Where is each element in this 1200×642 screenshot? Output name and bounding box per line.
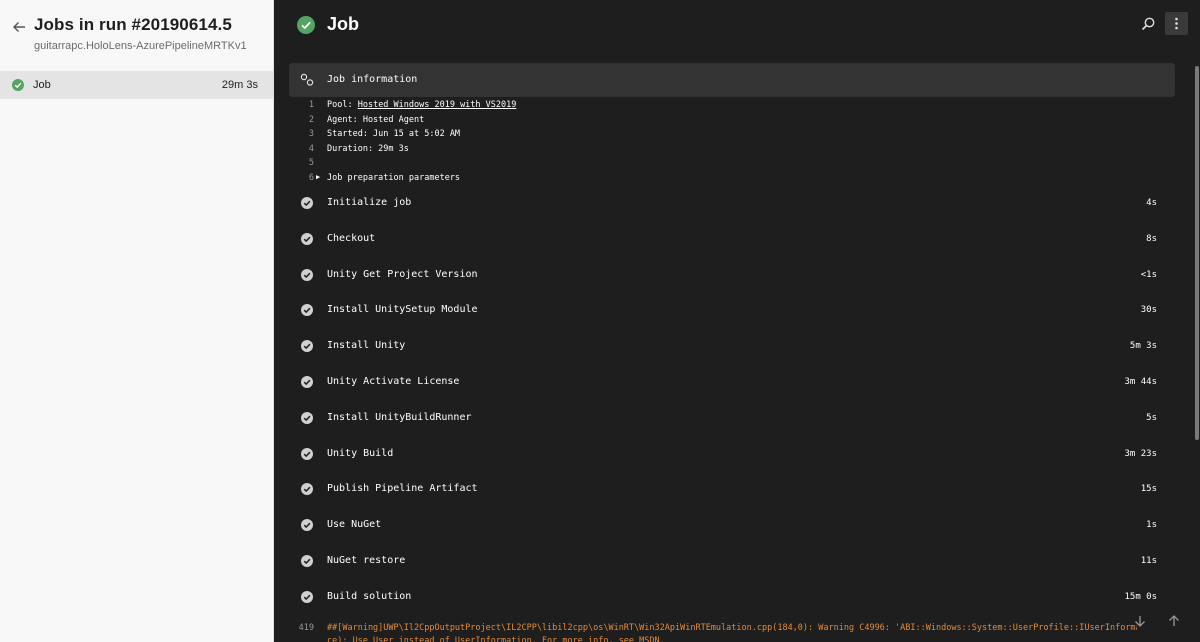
step-row[interactable]: Unity Build 3m 23s: [289, 439, 1175, 469]
log-text: Pool: Hosted Windows 2019 with VS2019: [327, 100, 516, 110]
back-arrow-icon[interactable]: [11, 19, 27, 35]
log-line[interactable]: 6 ▶ Job preparation parameters: [274, 173, 874, 187]
log-line: 3 Started: Jun 15 at 5:02 AM: [274, 129, 874, 143]
step-success-icon: [301, 197, 313, 209]
log-text: Started: Jun 15 at 5:02 AM: [327, 129, 461, 139]
step-duration: 3m 44s: [1124, 377, 1157, 387]
step-row[interactable]: Unity Activate License 3m 44s: [289, 367, 1175, 397]
line-number: 2: [308, 115, 314, 125]
log-line: 2 Agent: Hosted Agent: [274, 115, 874, 129]
step-success-icon: [301, 590, 313, 603]
log-text: Agent: Hosted Agent: [327, 115, 425, 125]
step-row[interactable]: Initialize job 4s: [289, 188, 1175, 218]
step-name: Install UnitySetup Module: [327, 304, 478, 316]
step-name: Unity Activate License: [327, 376, 460, 387]
step-name: Install Unity: [327, 340, 406, 352]
jobs-sidebar: Jobs in run #20190614.5 guitarrapc.HoloL…: [0, 0, 274, 642]
scroll-down-arrow-icon[interactable]: [1133, 614, 1147, 628]
success-check-icon: [297, 16, 315, 34]
step-success-icon: [301, 376, 313, 388]
job-information-label: Job information: [327, 74, 418, 85]
step-name: Unity Build: [327, 447, 394, 459]
step-success-icon: [301, 519, 313, 532]
step-row[interactable]: Unity Get Project Version <1s: [289, 260, 1175, 290]
step-duration: 4s: [1146, 198, 1157, 208]
pool-link[interactable]: Hosted Windows 2019 with VS2019: [358, 100, 517, 110]
step-row[interactable]: Build solution 15m 0s: [289, 582, 1175, 612]
step-success-icon: [301, 411, 313, 424]
line-number: 1: [308, 100, 314, 110]
step-duration: <1s: [1140, 269, 1157, 280]
step-row[interactable]: Checkout 8s: [289, 224, 1175, 254]
more-options-button[interactable]: [1165, 12, 1188, 35]
step-name: Publish Pipeline Artifact: [327, 483, 478, 495]
job-label: Job: [33, 79, 51, 91]
step-name: Checkout: [327, 232, 376, 244]
warning-text-continued: ce): Use User instead of UserInformation…: [327, 636, 665, 642]
step-name: Install UnityBuildRunner: [327, 411, 472, 423]
step-success-icon: [301, 483, 313, 496]
step-row[interactable]: Use NuGet 1s: [289, 510, 1175, 540]
step-duration: 8s: [1146, 233, 1157, 244]
log-line: 4 Duration: 29m 3s: [274, 144, 874, 158]
step-duration: 5m 3s: [1129, 341, 1157, 352]
step-duration: 5s: [1146, 412, 1157, 423]
step-name: Build solution: [327, 590, 412, 602]
warning-text: ##[Warning]UWP\Il2CppOutputProject\IL2CP…: [327, 623, 1137, 633]
step-duration: 1s: [1146, 520, 1157, 531]
job-information-section[interactable]: Job information: [289, 63, 1175, 97]
log-line: 5: [274, 158, 874, 172]
step-row[interactable]: Publish Pipeline Artifact 15s: [289, 474, 1175, 504]
log-text: Job preparation parameters: [327, 173, 461, 183]
log-scrollbar[interactable]: [1195, 66, 1199, 440]
pool-label: Pool:: [327, 100, 358, 110]
step-row[interactable]: Install UnitySetup Module 30s: [289, 295, 1175, 325]
page-title: Jobs in run #20190614.5: [34, 15, 232, 34]
step-name: NuGet restore: [327, 555, 406, 566]
job-info-icon: [300, 73, 314, 86]
job-title: Job: [327, 14, 360, 34]
step-row[interactable]: Install UnityBuildRunner 5s: [289, 403, 1175, 433]
step-name: Unity Get Project Version: [327, 268, 478, 280]
step-name: Use NuGet: [327, 519, 382, 531]
step-row[interactable]: NuGet restore 11s: [289, 546, 1175, 576]
step-duration: 11s: [1140, 556, 1157, 566]
success-check-icon: [12, 79, 24, 91]
search-icon[interactable]: [1140, 16, 1156, 32]
line-number: 3: [308, 129, 314, 139]
step-success-icon: [301, 447, 313, 460]
warning-line: 419 ##[Warning]UWP\Il2CppOutputProject\I…: [274, 623, 1174, 637]
step-success-icon: [301, 555, 313, 567]
log-text: Duration: 29m 3s: [327, 144, 409, 154]
expand-triangle-icon[interactable]: ▶: [316, 173, 320, 181]
job-duration: 29m 3s: [221, 79, 258, 91]
line-number: 4: [308, 144, 314, 154]
step-success-icon: [301, 232, 313, 245]
step-duration: 3m 23s: [1124, 448, 1157, 459]
line-number: 419: [298, 623, 314, 633]
step-name: Initialize job: [327, 197, 412, 208]
pipeline-name: guitarrapc.HoloLens-AzurePipelineMRTKv1: [34, 40, 247, 52]
step-duration: 15s: [1140, 484, 1157, 495]
step-duration: 30s: [1140, 305, 1157, 316]
job-log-panel: Job Job information 1 Pool: Hosted Windo…: [274, 0, 1200, 642]
log-line: 1 Pool: Hosted Windows 2019 with VS2019: [274, 100, 874, 114]
line-number: 5: [308, 158, 314, 168]
step-row[interactable]: Install Unity 5m 3s: [289, 331, 1175, 361]
step-success-icon: [301, 340, 313, 353]
step-duration: 15m 0s: [1124, 591, 1157, 602]
more-vertical-icon: [1175, 17, 1178, 30]
step-success-icon: [301, 304, 313, 317]
line-number: 6: [308, 173, 314, 183]
sidebar-item-job[interactable]: Job 29m 3s: [0, 71, 273, 99]
scroll-up-arrow-icon[interactable]: [1167, 614, 1181, 628]
step-success-icon: [301, 268, 313, 281]
